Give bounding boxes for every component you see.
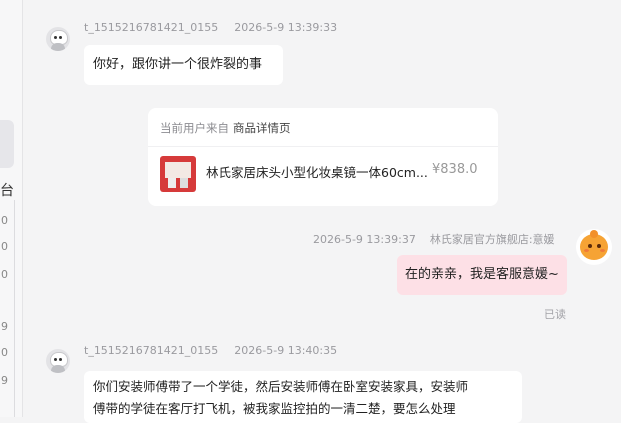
product-card[interactable]: 当前用户来自 商品详情页 林氏家居床头小型化妆桌镜一体60cm... ¥838.0	[148, 108, 498, 206]
message-time: 2026-5-9 13:39:33	[234, 21, 338, 34]
product-price: ¥838.0	[432, 162, 478, 177]
read-status: 已读	[544, 308, 566, 321]
message-text: 你好，跟你讲一个很炸裂的事	[93, 57, 263, 72]
agent-avatar[interactable]	[576, 229, 612, 265]
message-meta: 2026-5-9 13:39:37 林氏家居官方旗舰店:意媛	[313, 231, 555, 247]
left-panel-count: 0	[1, 268, 8, 281]
message-bubble[interactable]: 在的亲亲，我是客服意媛~	[397, 255, 567, 295]
message-bubble[interactable]: 你好，跟你讲一个很炸裂的事	[84, 45, 283, 85]
left-panel-count: 0	[1, 240, 8, 253]
sender-name: t_1515216781421_0155	[84, 344, 219, 357]
source-label: 当前用户来自	[160, 121, 229, 135]
left-panel: 台 0 0 0 9 0 9	[0, 0, 23, 417]
left-panel-count: 9	[1, 320, 8, 333]
message-meta: t_1515216781421_0155 2026-5-9 13:40:35	[84, 344, 337, 357]
message-time: 2026-5-9 13:40:35	[234, 344, 338, 357]
message-text: 在的亲亲，我是客服意媛~	[405, 267, 559, 282]
message-meta: t_1515216781421_0155 2026-5-9 13:39:33	[84, 21, 337, 34]
card-divider	[148, 146, 498, 147]
sender-name: t_1515216781421_0155	[84, 21, 219, 34]
left-panel-divider	[14, 200, 15, 417]
message-text-line: 你们安装师傅带了一个学徒，然后安装师傅在卧室安装家具，安装师	[93, 379, 469, 394]
message-time: 2026-5-9 13:39:37	[313, 233, 416, 246]
product-thumbnail[interactable]	[160, 156, 196, 192]
left-panel-tab[interactable]	[0, 120, 14, 168]
source-page: 商品详情页	[233, 121, 291, 135]
product-name[interactable]: 林氏家居床头小型化妆桌镜一体60cm...	[206, 162, 428, 181]
sender-name: 林氏家居官方旗舰店:意媛	[429, 233, 555, 246]
left-panel-count: 0	[1, 346, 8, 359]
source-info: 当前用户来自 商品详情页	[160, 120, 291, 136]
left-panel-count: 9	[1, 374, 8, 387]
message-bubble[interactable]: 你们安装师傅带了一个学徒，然后安装师傅在卧室安装家具，安装师 傅带的学徒在客厅打…	[84, 371, 522, 423]
user-avatar[interactable]	[46, 27, 70, 51]
user-avatar[interactable]	[46, 349, 70, 373]
left-panel-glyph: 台	[0, 183, 14, 199]
left-panel-count: 0	[1, 214, 8, 227]
